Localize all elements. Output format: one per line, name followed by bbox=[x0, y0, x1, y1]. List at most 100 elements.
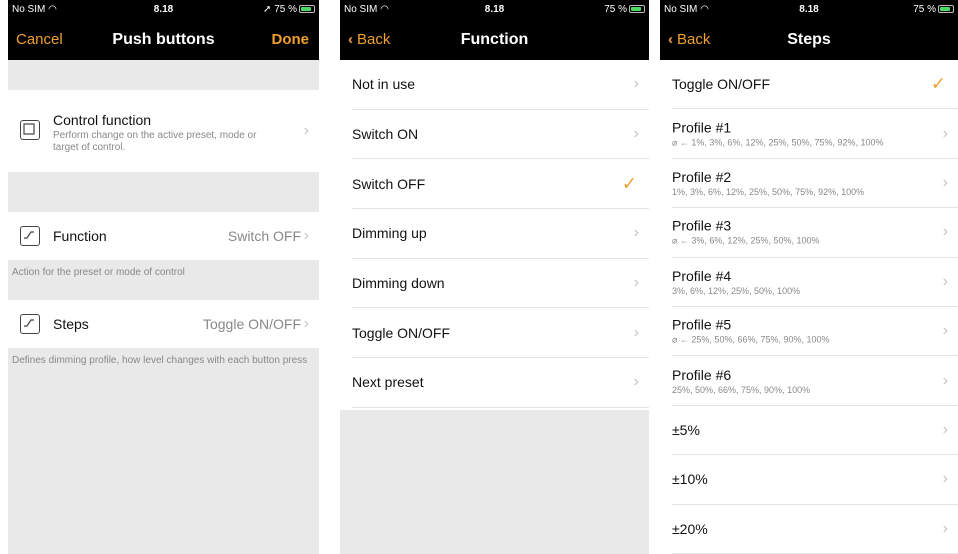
item-label: Profile #5 bbox=[672, 316, 732, 333]
item-label: Profile #2 bbox=[672, 168, 732, 185]
list-item[interactable]: Next preset › bbox=[340, 358, 649, 407]
control-function-title: Control function bbox=[53, 112, 152, 128]
battery-icon bbox=[299, 5, 315, 13]
battery-icon bbox=[938, 5, 954, 13]
list-item[interactable]: ±20% › bbox=[660, 504, 958, 553]
steps-row[interactable]: Steps Toggle ON/OFF › bbox=[8, 300, 319, 348]
function-list: Not in use › Switch ON › Switch OFF ✓ Dimming … bbox=[340, 60, 649, 408]
item-label: Toggle ON/OFF bbox=[352, 324, 451, 341]
steps-value: Toggle ON/OFF bbox=[202, 316, 301, 332]
function-value: Switch OFF bbox=[227, 228, 301, 244]
battery-percent: 75 % bbox=[913, 4, 936, 15]
chevron-right-icon: › bbox=[942, 519, 948, 537]
item-label: ±5% bbox=[672, 421, 700, 438]
chevron-right-icon: › bbox=[633, 373, 639, 391]
list-item[interactable]: Profile #6 25%, 50%, 66%, 75%, 90%, 100% › bbox=[660, 356, 958, 405]
steps-screen: No SIM ◠ 8.18 75 % ‹ Back Steps Toggle ON… bbox=[660, 0, 958, 554]
item-subtitle: ⌀ ← 1%, 3%, 6%, 12%, 25%, 50%, 75%, 92%,… bbox=[672, 137, 884, 148]
list-item[interactable]: Profile #5 ⌀ ← 25%, 50%, 66%, 75%, 90%, 1… bbox=[660, 306, 958, 356]
chevron-right-icon: › bbox=[942, 223, 948, 241]
square-icon bbox=[20, 120, 40, 140]
list-item[interactable]: Switch ON › bbox=[340, 109, 649, 159]
item-label: ±20% bbox=[672, 520, 708, 537]
done-button[interactable]: Done bbox=[272, 31, 310, 48]
push-buttons-screen: No SIM ◠ 8.18 ➚ 75 % Cancel Push buttons… bbox=[8, 0, 319, 554]
item-subtitle: ⌀ ← 3%, 6%, 12%, 25%, 50%, 100% bbox=[672, 235, 820, 246]
list-item[interactable]: Dimming down › bbox=[340, 258, 649, 308]
curve-icon bbox=[20, 226, 40, 246]
function-label: Function bbox=[53, 228, 107, 244]
list-item[interactable]: Toggle ON/OFF › bbox=[340, 308, 649, 358]
item-subtitle: 3%, 6%, 12%, 25%, 50%, 100% bbox=[672, 285, 801, 296]
curve-icon bbox=[20, 314, 40, 334]
steps-list: Toggle ON/OFF ✓ Profile #1 ⌀ ← 1%, 3%, 6%, … bbox=[660, 60, 958, 554]
checkmark-icon: ✓ bbox=[621, 173, 637, 194]
page-title: Function bbox=[460, 31, 529, 48]
control-function-row[interactable]: Control function Perform change on the a… bbox=[8, 90, 319, 172]
item-label: Next preset bbox=[352, 374, 424, 391]
status-bar: No SIM ◠ 8.18 ➚ 75 % bbox=[8, 0, 319, 20]
chevron-right-icon: › bbox=[942, 124, 948, 142]
list-item[interactable]: Dimming up › bbox=[340, 209, 649, 258]
chevron-right-icon: › bbox=[942, 420, 948, 438]
item-subtitle: 25%, 50%, 66%, 75%, 90%, 100% bbox=[672, 384, 811, 395]
battery-icon bbox=[629, 5, 645, 13]
status-bar: No SIM ◠ 8.18 75 % bbox=[340, 0, 649, 20]
steps-note: Defines dimming profile, how level chang… bbox=[8, 348, 319, 554]
item-subtitle: ⌀ ← 25%, 50%, 66%, 75%, 90%, 100% bbox=[672, 334, 830, 345]
list-item[interactable]: Profile #3 ⌀ ← 3%, 6%, 12%, 25%, 50%, 100… bbox=[660, 208, 958, 257]
list-item[interactable]: Switch OFF ✓ bbox=[340, 159, 649, 209]
function-screen: No SIM ◠ 8.18 75 % ‹ Back Function Not in… bbox=[340, 0, 649, 554]
status-bar: No SIM ◠ 8.18 75 % bbox=[660, 0, 958, 20]
chevron-right-icon: › bbox=[303, 227, 309, 244]
item-label: ±10% bbox=[672, 471, 708, 488]
list-item[interactable]: Not in use › bbox=[340, 60, 649, 109]
item-label: Switch ON bbox=[352, 126, 419, 143]
item-label: Dimming down bbox=[352, 275, 445, 292]
control-function-subtitle: Perform change on the active preset, mod… bbox=[53, 130, 257, 153]
section-gap bbox=[8, 60, 319, 90]
nav-bar: Cancel Push buttons Done bbox=[8, 20, 319, 60]
chevron-right-icon: › bbox=[942, 173, 948, 191]
checkmark-icon: ✓ bbox=[930, 73, 946, 94]
list-item[interactable]: ±10% › bbox=[660, 455, 958, 504]
chevron-right-icon: › bbox=[633, 224, 639, 242]
chevron-right-icon: › bbox=[303, 315, 309, 332]
battery-percent: 75 % bbox=[604, 4, 627, 15]
item-subtitle: 1%, 3%, 6%, 12%, 25%, 50%, 75%, 92%, 100… bbox=[672, 186, 865, 197]
item-label: Profile #3 bbox=[672, 217, 732, 234]
item-label: Not in use bbox=[352, 76, 416, 93]
item-label: Profile #1 bbox=[672, 119, 732, 136]
list-item[interactable]: Profile #1 ⌀ ← 1%, 3%, 6%, 12%, 25%, 50%,… bbox=[660, 109, 958, 158]
clock: 8.18 bbox=[484, 4, 505, 15]
item-label: Profile #4 bbox=[672, 267, 732, 284]
list-item[interactable]: ±5% › bbox=[660, 405, 958, 455]
function-row[interactable]: Function Switch OFF › bbox=[8, 212, 319, 260]
steps-label: Steps bbox=[53, 316, 89, 332]
list-item[interactable]: Profile #2 1%, 3%, 6%, 12%, 25%, 50%, 75%… bbox=[660, 158, 958, 208]
chevron-right-icon: › bbox=[633, 75, 639, 93]
item-label: Dimming up bbox=[352, 225, 427, 242]
chevron-right-icon: › bbox=[633, 274, 639, 292]
section-gap bbox=[8, 172, 319, 212]
nav-bar: ‹ Back Steps bbox=[660, 20, 958, 60]
item-label: Profile #6 bbox=[672, 366, 732, 383]
chevron-right-icon: › bbox=[942, 322, 948, 340]
chevron-right-icon: › bbox=[942, 272, 948, 290]
function-note: Action for the preset or mode of control bbox=[8, 260, 319, 300]
empty-area bbox=[340, 410, 649, 554]
chevron-right-icon: › bbox=[633, 125, 639, 143]
chevron-right-icon: › bbox=[942, 470, 948, 488]
list-item[interactable]: Profile #4 3%, 6%, 12%, 25%, 50%, 100% › bbox=[660, 257, 958, 306]
item-label: Switch OFF bbox=[352, 175, 426, 192]
location-icon: ➚ bbox=[263, 4, 272, 15]
chevron-right-icon: › bbox=[303, 122, 309, 139]
page-title: Steps bbox=[787, 31, 831, 48]
item-label: Toggle ON/OFF bbox=[672, 76, 771, 93]
chevron-right-icon: › bbox=[942, 371, 948, 389]
nav-bar: ‹ Back Function bbox=[340, 20, 649, 60]
divider bbox=[352, 406, 649, 408]
list-item[interactable]: Toggle ON/OFF ✓ bbox=[660, 60, 958, 109]
battery-percent: 75 % bbox=[274, 4, 297, 15]
chevron-right-icon: › bbox=[633, 323, 639, 341]
